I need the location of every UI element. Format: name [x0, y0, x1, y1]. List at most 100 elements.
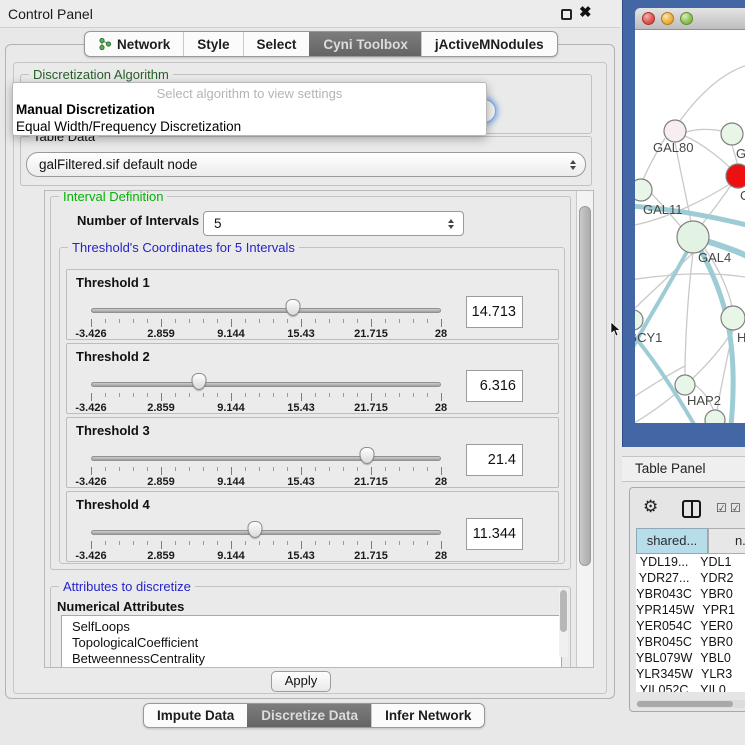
- tick-label: -3.426: [75, 476, 106, 488]
- table-cell[interactable]: YBR043C: [636, 586, 692, 602]
- tick-mark: [133, 393, 134, 397]
- table-row[interactable]: YIL052CYIL0: [636, 682, 745, 692]
- threshold-slider[interactable]: -3.4262.8599.14415.4321.71528: [91, 368, 441, 412]
- node-gcy1[interactable]: [635, 310, 643, 330]
- table-cell[interactable]: YBL0: [692, 650, 745, 666]
- close-traffic-light[interactable]: [642, 12, 655, 25]
- tab-select[interactable]: Select: [243, 32, 310, 56]
- slider-track[interactable]: [91, 382, 441, 387]
- slider-track[interactable]: [91, 530, 441, 535]
- node-gal11[interactable]: [635, 179, 652, 201]
- number-of-intervals-combobox[interactable]: 5: [203, 211, 464, 236]
- tab-infer-network[interactable]: Infer Network: [371, 704, 484, 727]
- slider-handle[interactable]: [248, 521, 263, 538]
- menu-item-manual-discretization[interactable]: Manual Discretization: [16, 102, 155, 117]
- tab-style[interactable]: Style: [183, 32, 242, 56]
- table-row[interactable]: YER054CYER0: [636, 618, 745, 634]
- node-top-right[interactable]: [721, 123, 743, 145]
- slider-track[interactable]: [91, 308, 441, 313]
- list-item[interactable]: TopologicalCoefficient: [62, 635, 561, 651]
- threshold-slider[interactable]: -3.4262.8599.14415.4321.71528: [91, 294, 441, 338]
- threshold-value-field[interactable]: 11.344: [466, 518, 523, 550]
- table-cell[interactable]: YBR0: [692, 634, 745, 650]
- node-gal4[interactable]: [677, 221, 709, 253]
- list-item[interactable]: SelfLoops: [62, 619, 561, 635]
- slider-handle[interactable]: [192, 373, 207, 390]
- slider-handle[interactable]: [286, 299, 301, 316]
- tab-network[interactable]: Network: [85, 32, 183, 56]
- tick-label: 2.859: [147, 328, 175, 340]
- table-cell[interactable]: YER054C: [636, 618, 692, 634]
- threshold-slider[interactable]: -3.4262.8599.14415.4321.71528: [91, 516, 441, 560]
- table-data-combobox[interactable]: galFiltered.sif default node: [26, 152, 586, 177]
- table-row[interactable]: YBL079WYBL0: [636, 650, 745, 666]
- node-gal80[interactable]: [664, 120, 686, 142]
- svg-text:GCY1: GCY1: [635, 330, 662, 345]
- table-row[interactable]: YDR27...YDR2: [636, 570, 745, 586]
- table-cell[interactable]: YIL052C: [636, 682, 692, 692]
- tick-label: -3.426: [75, 550, 106, 562]
- close-icon[interactable]: ✖: [579, 4, 592, 22]
- settings-scrollbar[interactable]: [576, 191, 593, 667]
- table-cell[interactable]: YDL1: [692, 554, 745, 570]
- column-header-shared[interactable]: shared...: [636, 528, 708, 554]
- table-cell[interactable]: YBR0: [692, 586, 745, 602]
- group-title: Interval Definition: [59, 191, 167, 204]
- table-cell[interactable]: YPR145W: [636, 602, 694, 618]
- node-bottom-partial[interactable]: [705, 410, 725, 423]
- float-window-icon[interactable]: [561, 9, 572, 20]
- threshold-value-field[interactable]: 14.713: [466, 296, 523, 328]
- table-cell[interactable]: YLR3: [693, 666, 745, 682]
- checkbox-icon[interactable]: ☑: [716, 501, 727, 515]
- table-row[interactable]: YBR043CYBR0: [636, 586, 745, 602]
- threshold-slider[interactable]: -3.4262.8599.14415.4321.71528: [91, 442, 441, 486]
- scrollbar-thumb[interactable]: [579, 206, 591, 566]
- menu-item-equal-width-frequency[interactable]: Equal Width/Frequency Discretization: [16, 119, 241, 134]
- column-header-name[interactable]: n...: [708, 528, 745, 554]
- attribute-list-scrollbar[interactable]: [559, 589, 568, 657]
- table-cell[interactable]: YIL0: [692, 682, 745, 692]
- network-icon: [98, 37, 112, 51]
- table-row[interactable]: YPR145WYPR1: [636, 602, 745, 618]
- minimize-traffic-light[interactable]: [661, 12, 674, 25]
- tab-jactivemnodules[interactable]: jActiveMNodules: [421, 32, 557, 56]
- zoom-traffic-light[interactable]: [680, 12, 693, 25]
- tab-discretize-data[interactable]: Discretize Data: [247, 704, 371, 727]
- slider-handle[interactable]: [360, 447, 375, 464]
- table-cell[interactable]: YER0: [692, 618, 745, 634]
- list-item[interactable]: BetweennessCentrality: [62, 651, 561, 667]
- threshold-value-field[interactable]: 6.316: [466, 370, 523, 402]
- table-cell[interactable]: YDR2: [692, 570, 745, 586]
- table-row[interactable]: YDL19...YDL1: [636, 554, 745, 570]
- tick-label: 21.715: [354, 402, 388, 414]
- tick-mark: [315, 319, 316, 323]
- checkbox-icon[interactable]: ☑: [730, 501, 741, 515]
- network-window-titlebar[interactable]: [635, 8, 745, 30]
- table-cell[interactable]: YBL079W: [636, 650, 692, 666]
- table-cell[interactable]: YPR1: [694, 602, 745, 618]
- threshold-value-field[interactable]: 21.4: [466, 444, 523, 476]
- table-cell[interactable]: YLR345W: [636, 666, 693, 682]
- table-row[interactable]: YBR045CYBR0: [636, 634, 745, 650]
- node-red-selected[interactable]: [726, 164, 745, 188]
- table-cell[interactable]: YDR27...: [636, 570, 692, 586]
- network-canvas[interactable]: GAL80 G C GAL11 GAL4 GCY1 H HAP2: [635, 30, 745, 423]
- tab-impute-data[interactable]: Impute Data: [144, 704, 247, 727]
- attribute-list[interactable]: SelfLoopsTopologicalCoefficientBetweenne…: [61, 615, 562, 667]
- table-cell[interactable]: YBR045C: [636, 634, 692, 650]
- table-horizontal-scrollbar[interactable]: [636, 700, 745, 708]
- node-hap2[interactable]: [675, 375, 695, 395]
- scrollbar-thumb[interactable]: [560, 590, 567, 632]
- gear-icon[interactable]: ⚙: [643, 497, 658, 517]
- node-h[interactable]: [721, 306, 745, 330]
- scrollbar-thumb[interactable]: [637, 701, 733, 707]
- slider-track[interactable]: [91, 456, 441, 461]
- tick-mark: [147, 319, 148, 323]
- table-cell[interactable]: YDL19...: [636, 554, 692, 570]
- table-row[interactable]: YLR345WYLR3: [636, 666, 745, 682]
- tick-mark: [245, 467, 246, 471]
- columns-icon[interactable]: [682, 500, 701, 518]
- tick-mark: [175, 319, 176, 323]
- apply-button[interactable]: Apply: [271, 671, 331, 692]
- tab-cyni-toolbox[interactable]: Cyni Toolbox: [309, 32, 421, 56]
